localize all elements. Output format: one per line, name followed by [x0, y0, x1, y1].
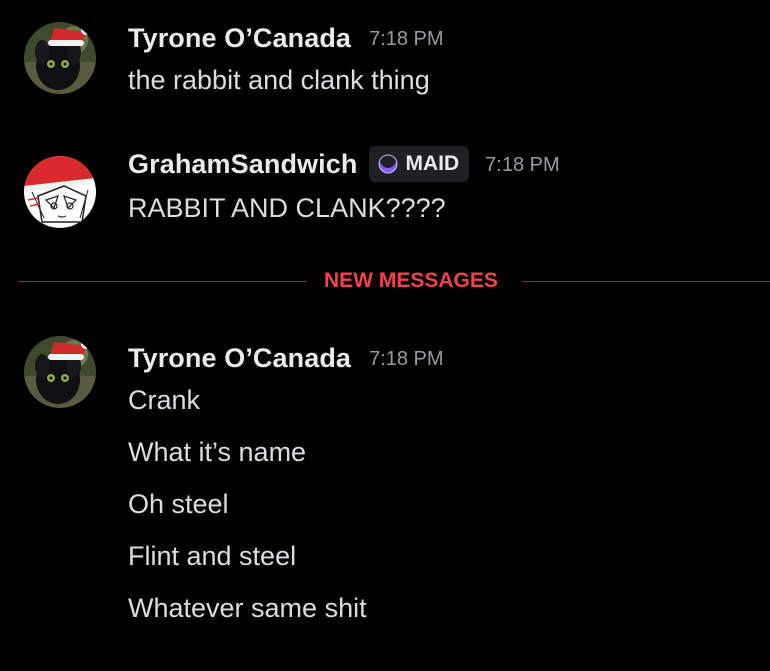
divider-line [522, 281, 770, 282]
message-header: Tyrone O’Canada 7:18 PM [128, 21, 444, 55]
username[interactable]: GrahamSandwich [128, 149, 357, 180]
role-tag[interactable]: MAID [369, 146, 470, 182]
message-header: Tyrone O’Canada 7:18 PM [128, 341, 444, 375]
message-text: the rabbit and clank thing [128, 65, 430, 95]
timestamp[interactable]: 7:18 PM [485, 154, 559, 177]
new-messages-label: NEW MESSAGES [324, 269, 498, 292]
crescent-moon-icon [378, 153, 398, 174]
avatar[interactable] [24, 336, 96, 408]
message-text: What it’s name [128, 437, 307, 467]
message-header: GrahamSandwich MAID 7:18 PM [128, 146, 560, 182]
avatar[interactable] [24, 156, 96, 228]
avatar[interactable] [24, 22, 96, 94]
username[interactable]: Tyrone O’Canada [128, 343, 351, 374]
message-text: Whatever same shit [128, 593, 367, 623]
message-text: Oh steel [128, 489, 229, 519]
timestamp[interactable]: 7:18 PM [369, 348, 443, 371]
role-label: MAID [405, 152, 460, 175]
anime-sketch-santa-hat-avatar [24, 156, 96, 228]
timestamp[interactable]: 7:18 PM [369, 28, 443, 51]
chat-messages: Tyrone O’Canada 7:18 PM the rabbit and c… [0, 0, 770, 671]
message-text: Flint and steel [128, 541, 297, 571]
message-text: Crank [128, 385, 201, 415]
username[interactable]: Tyrone O’Canada [128, 23, 351, 54]
toothless-dragon-santa-hat-avatar [24, 336, 96, 408]
message-text: RABBIT AND CLANK???? [128, 193, 446, 223]
toothless-dragon-santa-hat-avatar [24, 22, 96, 94]
new-messages-divider: NEW MESSAGES [18, 269, 770, 292]
divider-line [18, 281, 306, 282]
